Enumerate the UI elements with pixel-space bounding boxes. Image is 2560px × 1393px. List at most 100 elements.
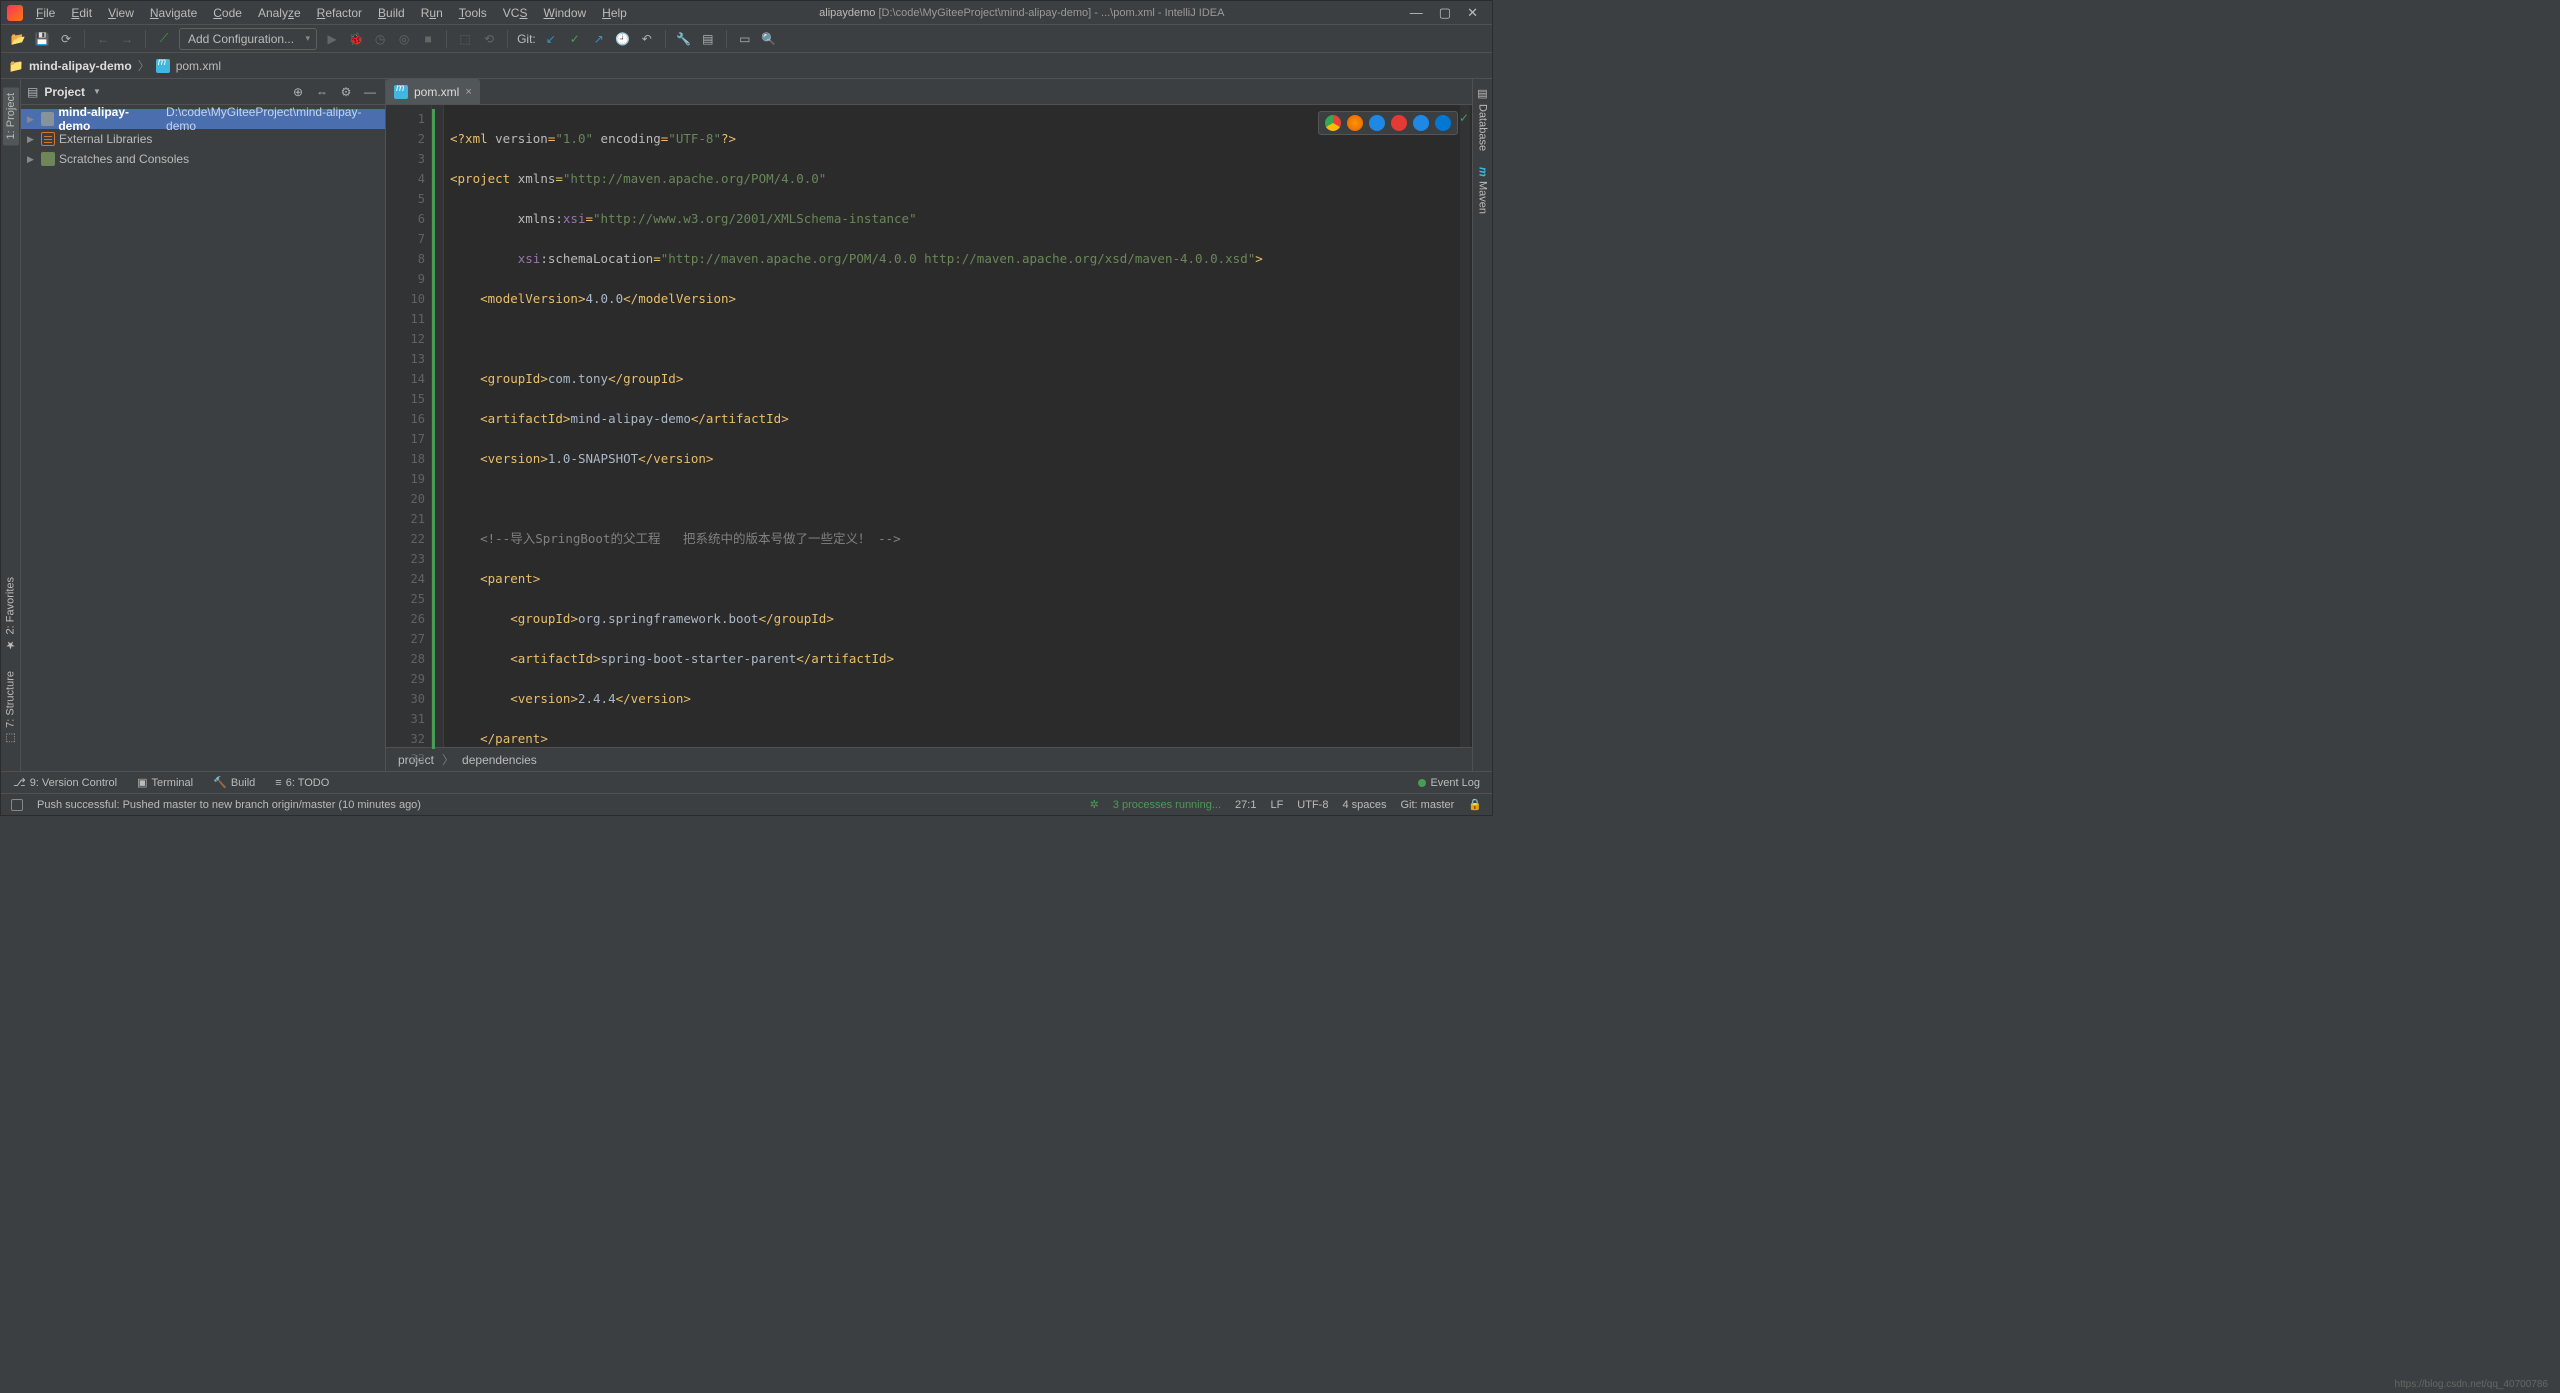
close-icon[interactable]: ✕ — [1467, 5, 1478, 21]
project-panel-title[interactable]: Project — [44, 85, 85, 99]
close-tab-icon[interactable]: × — [465, 86, 471, 98]
tab-todo[interactable]: ≡ 6: TODO — [275, 777, 329, 789]
editor-tabs: pom.xml × — [386, 79, 1472, 105]
git-push-icon[interactable]: ↗ — [590, 30, 608, 48]
line-number-gutter: 1234567891011121314151617181920212223242… — [386, 105, 432, 747]
main-toolbar: 📂 💾 ⟳ ← → ⟋ Add Configuration... ▶ 🐞 ◷ ◎… — [1, 25, 1492, 53]
chrome-icon[interactable] — [1325, 115, 1341, 131]
tab-project[interactable]: 1: Project — [3, 87, 19, 145]
spinner-icon: ✲ — [1090, 798, 1099, 811]
hide-icon[interactable]: — — [361, 83, 379, 101]
safari-icon[interactable] — [1369, 115, 1385, 131]
forward-icon[interactable]: → — [118, 30, 136, 48]
code-editor[interactable]: <?xml version="1.0" encoding="UTF-8"?> <… — [444, 105, 1472, 747]
open-icon[interactable]: 📂 — [9, 30, 27, 48]
menu-navigate[interactable]: Navigate — [143, 4, 204, 22]
inspection-ok-icon: ✓ — [1459, 111, 1469, 125]
caret-position[interactable]: 27:1 — [1235, 799, 1256, 811]
settings-icon[interactable]: 🔧 — [675, 30, 693, 48]
tab-database[interactable]: ▤ Database — [1476, 87, 1489, 151]
git-label: Git: — [517, 32, 536, 46]
stop-icon[interactable]: ■ — [419, 30, 437, 48]
run-config-dropdown[interactable]: Add Configuration... — [179, 28, 317, 50]
edge-icon[interactable] — [1435, 115, 1451, 131]
back-icon[interactable]: ← — [94, 30, 112, 48]
chevron-right-icon: 〉 — [442, 751, 454, 768]
tab-build[interactable]: 🔨 Build — [213, 776, 255, 789]
git-rollback-icon[interactable]: ↶ — [638, 30, 656, 48]
run-anything-icon[interactable]: ▭ — [736, 30, 754, 48]
minimize-icon[interactable]: — — [1410, 5, 1423, 21]
window-title: alipaydemo [D:\code\MyGiteeProject\mind-… — [640, 7, 1404, 19]
collapse-icon[interactable]: ⇔ — [313, 83, 331, 101]
menu-edit[interactable]: Edit — [64, 4, 99, 22]
lock-icon[interactable]: 🔒 — [1468, 798, 1482, 811]
breadcrumb-file[interactable]: pom.xml — [176, 59, 221, 73]
library-icon — [41, 132, 55, 146]
git-commit-icon[interactable]: ✓ — [566, 30, 584, 48]
menu-run[interactable]: Run — [414, 4, 450, 22]
notification-dot-icon — [1418, 779, 1426, 787]
menu-help[interactable]: Help — [595, 4, 634, 22]
debug-icon[interactable]: 🐞 — [347, 30, 365, 48]
editor-breadcrumb: project 〉 dependencies — [386, 747, 1472, 771]
status-message: Push successful: Pushed master to new br… — [37, 799, 421, 811]
tab-maven[interactable]: m Maven — [1477, 167, 1489, 214]
file-encoding[interactable]: UTF-8 — [1297, 799, 1328, 811]
build-icon[interactable]: ⟋ — [155, 30, 173, 48]
maximize-icon[interactable]: ▢ — [1439, 5, 1451, 21]
tab-structure[interactable]: ⬚ 7: Structure — [4, 671, 17, 745]
processes-link[interactable]: 3 processes running... — [1113, 799, 1221, 811]
tab-favorites[interactable]: ★ 2: Favorites — [4, 577, 17, 651]
coverage-icon[interactable]: ◷ — [371, 30, 389, 48]
menu-build[interactable]: Build — [371, 4, 412, 22]
line-separator[interactable]: LF — [1270, 799, 1283, 811]
tab-event-log[interactable]: Event Log — [1418, 777, 1480, 789]
menu-analyze[interactable]: Analyze — [251, 4, 308, 22]
reload-icon[interactable]: ⟲ — [480, 30, 498, 48]
run-icon[interactable]: ▶ — [323, 30, 341, 48]
chevron-right-icon[interactable]: ▶ — [27, 154, 37, 165]
menu-vcs[interactable]: VCS — [496, 4, 535, 22]
title-bar: File Edit View Navigate Code Analyze Ref… — [1, 1, 1492, 25]
tree-scratches[interactable]: ▶ Scratches and Consoles — [21, 149, 385, 169]
fold-gutter[interactable] — [432, 105, 444, 747]
git-update-icon[interactable]: ↙ — [542, 30, 560, 48]
sync-icon[interactable]: ⟳ — [57, 30, 75, 48]
menu-window[interactable]: Window — [536, 4, 593, 22]
firefox-icon[interactable] — [1347, 115, 1363, 131]
ie-icon[interactable] — [1413, 115, 1429, 131]
opera-icon[interactable] — [1391, 115, 1407, 131]
project-structure-icon[interactable]: ▤ — [699, 30, 717, 48]
chevron-right-icon[interactable]: ▶ — [27, 114, 37, 125]
search-everywhere-icon[interactable]: 🔍 — [760, 30, 778, 48]
open-in-browser-bar — [1318, 111, 1458, 135]
maven-file-icon — [394, 85, 408, 99]
apply-icon[interactable]: ⬚ — [456, 30, 474, 48]
git-history-icon[interactable]: 🕘 — [614, 30, 632, 48]
gear-icon[interactable]: ⚙ — [337, 83, 355, 101]
message-icon[interactable] — [11, 799, 23, 811]
menu-view[interactable]: View — [101, 4, 141, 22]
tree-project-root[interactable]: ▶ mind-alipay-demo D:\code\MyGiteeProjec… — [21, 109, 385, 129]
indent-setting[interactable]: 4 spaces — [1342, 799, 1386, 811]
menu-code[interactable]: Code — [206, 4, 249, 22]
menu-file[interactable]: File — [29, 4, 62, 22]
editor-scrollbar[interactable]: ✓ — [1460, 105, 1470, 747]
locate-icon[interactable]: ⊕ — [289, 83, 307, 101]
breadcrumb-project[interactable]: mind-alipay-demo — [29, 59, 132, 73]
file-tab-pom[interactable]: pom.xml × — [386, 79, 480, 104]
watermark: https://blog.csdn.net/qq_40700786 — [2395, 1379, 2548, 1390]
profile-icon[interactable]: ◎ — [395, 30, 413, 48]
menu-refactor[interactable]: Refactor — [310, 4, 369, 22]
chevron-down-icon[interactable]: ▼ — [93, 87, 101, 96]
nav-breadcrumb: 📁 mind-alipay-demo 〉 pom.xml — [1, 53, 1492, 79]
chevron-right-icon[interactable]: ▶ — [27, 134, 37, 145]
tab-version-control[interactable]: ⎇ 9: Version Control — [13, 776, 117, 789]
git-branch[interactable]: Git: master — [1401, 799, 1455, 811]
tab-terminal[interactable]: ▣ Terminal — [137, 776, 193, 789]
maven-file-icon — [156, 59, 170, 73]
save-icon[interactable]: 💾 — [33, 30, 51, 48]
breadcrumb-item[interactable]: dependencies — [462, 753, 537, 767]
menu-tools[interactable]: Tools — [452, 4, 494, 22]
